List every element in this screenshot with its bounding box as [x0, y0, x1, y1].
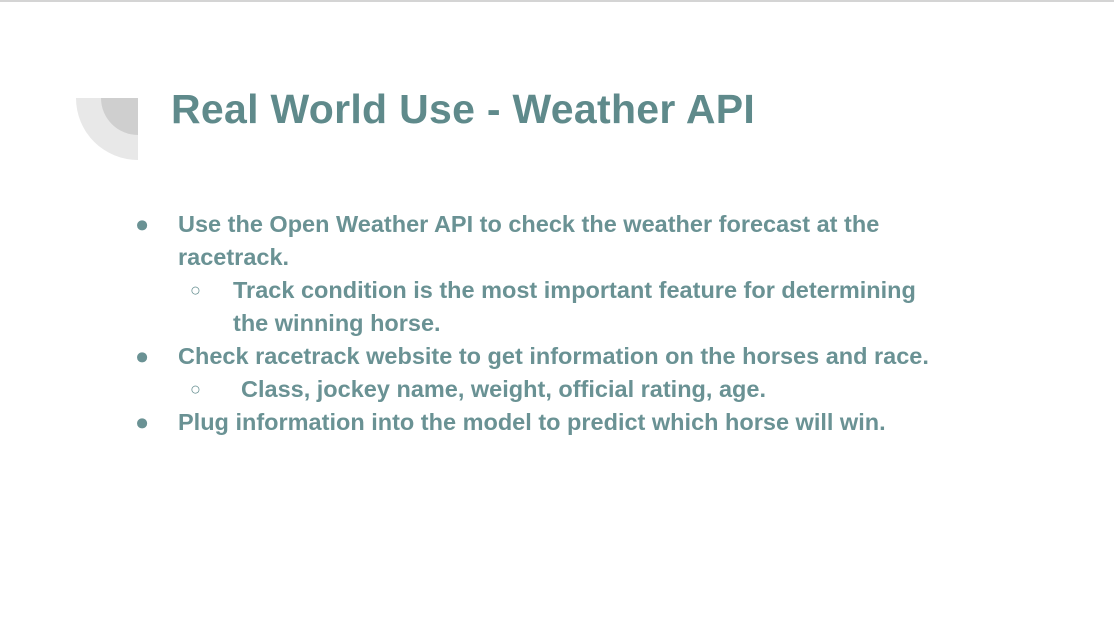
bullet-text: Use the Open Weather API to check the we… [178, 211, 880, 270]
sub-list-item: ○ Track condition is the most important … [135, 274, 935, 340]
bullet-text: Plug information into the model to predi… [178, 409, 886, 435]
bullet-list: ● Use the Open Weather API to check the … [135, 208, 935, 439]
slide-title: Real World Use - Weather API [171, 86, 756, 132]
list-item: ● Plug information into the model to pre… [135, 406, 935, 439]
sub-bullet-text: Track condition is the most important fe… [233, 277, 916, 336]
sub-bullet-icon: ○ [190, 379, 201, 399]
slide: Real World Use - Weather API ● Use the O… [0, 0, 1114, 628]
bullet-text: Check racetrack website to get informati… [178, 343, 929, 369]
top-border [0, 0, 1114, 2]
sub-bullet-text: Class, jockey name, weight, official rat… [241, 376, 766, 402]
bullet-icon: ● [135, 211, 150, 237]
list-item: ● Use the Open Weather API to check the … [135, 208, 935, 274]
list-item: ● Check racetrack website to get informa… [135, 340, 935, 373]
bullet-icon: ● [135, 343, 150, 369]
bullet-icon: ● [135, 409, 150, 435]
sub-list-item: ○ Class, jockey name, weight, official r… [135, 373, 935, 406]
sub-bullet-icon: ○ [190, 280, 201, 300]
corner-decoration-icon [76, 98, 138, 160]
